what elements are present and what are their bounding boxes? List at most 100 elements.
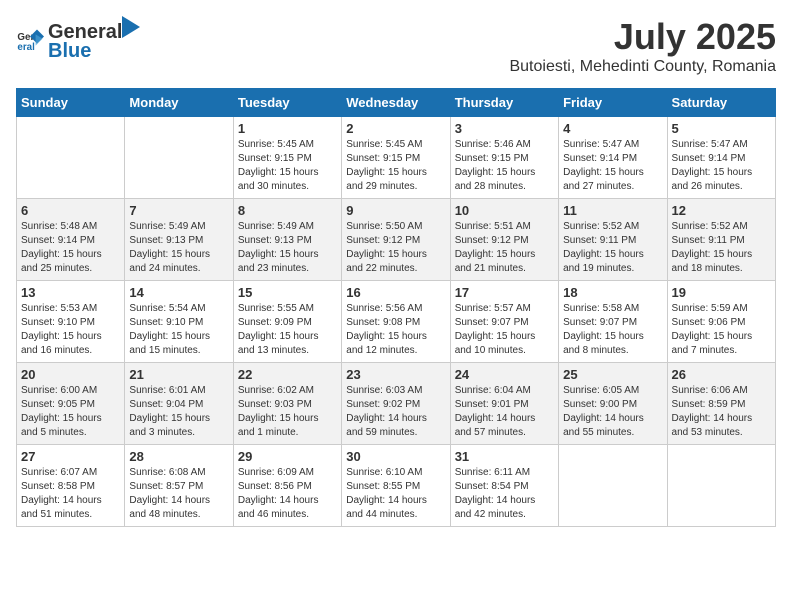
day-number: 17 <box>455 285 554 300</box>
day-number: 12 <box>672 203 771 218</box>
day-info: Sunrise: 6:11 AM Sunset: 8:54 PM Dayligh… <box>455 467 536 520</box>
day-number: 14 <box>129 285 228 300</box>
day-number: 16 <box>346 285 445 300</box>
day-number: 7 <box>129 203 228 218</box>
calendar-week-row: 6 Sunrise: 5:48 AM Sunset: 9:14 PM Daylig… <box>17 199 776 281</box>
calendar-week-row: 1 Sunrise: 5:45 AM Sunset: 9:15 PM Daylig… <box>17 117 776 199</box>
calendar-cell: 8 Sunrise: 5:49 AM Sunset: 9:13 PM Daylig… <box>233 199 341 281</box>
logo: Gen eral General Blue <box>16 16 140 63</box>
day-info: Sunrise: 6:09 AM Sunset: 8:56 PM Dayligh… <box>238 467 319 520</box>
day-info: Sunrise: 5:55 AM Sunset: 9:09 PM Dayligh… <box>238 303 319 356</box>
day-info: Sunrise: 5:48 AM Sunset: 9:14 PM Dayligh… <box>21 221 102 274</box>
calendar-table: SundayMondayTuesdayWednesdayThursdayFrid… <box>16 88 776 527</box>
day-number: 13 <box>21 285 120 300</box>
calendar-cell: 10 Sunrise: 5:51 AM Sunset: 9:12 PM Dayli… <box>450 199 558 281</box>
day-number: 20 <box>21 367 120 382</box>
calendar-cell: 2 Sunrise: 5:45 AM Sunset: 9:15 PM Daylig… <box>342 117 450 199</box>
calendar-week-row: 20 Sunrise: 6:00 AM Sunset: 9:05 PM Dayli… <box>17 363 776 445</box>
day-info: Sunrise: 5:56 AM Sunset: 9:08 PM Dayligh… <box>346 303 427 356</box>
calendar-cell: 14Sunrise: 5:54 AM Sunset: 9:10 PM Dayli… <box>125 281 233 363</box>
calendar-cell: 16 Sunrise: 5:56 AM Sunset: 9:08 PM Dayli… <box>342 281 450 363</box>
calendar-cell <box>17 117 125 199</box>
calendar-cell: 20 Sunrise: 6:00 AM Sunset: 9:05 PM Dayli… <box>17 363 125 445</box>
day-info: Sunrise: 5:45 AM Sunset: 9:15 PM Dayligh… <box>346 139 427 192</box>
day-number: 8 <box>238 203 337 218</box>
day-info: Sunrise: 6:00 AM Sunset: 9:05 PM Dayligh… <box>21 385 102 438</box>
logo-text-block: General Blue <box>48 16 140 63</box>
calendar-cell: 6 Sunrise: 5:48 AM Sunset: 9:14 PM Daylig… <box>17 199 125 281</box>
day-info: Sunrise: 5:47 AM Sunset: 9:14 PM Dayligh… <box>563 139 644 192</box>
day-info: Sunrise: 5:46 AM Sunset: 9:15 PM Dayligh… <box>455 139 536 192</box>
day-number: 22 <box>238 367 337 382</box>
day-number: 28 <box>129 449 228 464</box>
calendar-cell: 21Sunrise: 6:01 AM Sunset: 9:04 PM Dayli… <box>125 363 233 445</box>
day-number: 27 <box>21 449 120 464</box>
weekday-header-saturday: Saturday <box>667 89 775 117</box>
day-info: Sunrise: 5:50 AM Sunset: 9:12 PM Dayligh… <box>346 221 427 274</box>
calendar-cell: 26 Sunrise: 6:06 AM Sunset: 8:59 PM Dayli… <box>667 363 775 445</box>
day-number: 31 <box>455 449 554 464</box>
day-number: 18 <box>563 285 662 300</box>
day-number: 5 <box>672 121 771 136</box>
day-info: Sunrise: 6:05 AM Sunset: 9:00 PM Dayligh… <box>563 385 644 438</box>
day-number: 11 <box>563 203 662 218</box>
day-info: Sunrise: 5:49 AM Sunset: 9:13 PM Dayligh… <box>238 221 319 274</box>
day-info: Sunrise: 5:47 AM Sunset: 9:14 PM Dayligh… <box>672 139 753 192</box>
day-number: 10 <box>455 203 554 218</box>
day-number: 6 <box>21 203 120 218</box>
day-info: Sunrise: 5:49 AM Sunset: 9:13 PM Dayligh… <box>129 221 210 274</box>
day-info: Sunrise: 5:57 AM Sunset: 9:07 PM Dayligh… <box>455 303 536 356</box>
day-info: Sunrise: 5:52 AM Sunset: 9:11 PM Dayligh… <box>563 221 644 274</box>
day-number: 26 <box>672 367 771 382</box>
calendar-cell: 11 Sunrise: 5:52 AM Sunset: 9:11 PM Dayli… <box>559 199 667 281</box>
day-info: Sunrise: 5:51 AM Sunset: 9:12 PM Dayligh… <box>455 221 536 274</box>
day-info: Sunrise: 5:52 AM Sunset: 9:11 PM Dayligh… <box>672 221 753 274</box>
calendar-cell: 13 Sunrise: 5:53 AM Sunset: 9:10 PM Dayli… <box>17 281 125 363</box>
main-title: July 2025 <box>509 16 776 58</box>
calendar-cell: 17 Sunrise: 5:57 AM Sunset: 9:07 PM Dayli… <box>450 281 558 363</box>
calendar-cell: 28 Sunrise: 6:08 AM Sunset: 8:57 PM Dayli… <box>125 445 233 527</box>
calendar-cell: 12 Sunrise: 5:52 AM Sunset: 9:11 PM Dayli… <box>667 199 775 281</box>
calendar-cell <box>667 445 775 527</box>
day-number: 30 <box>346 449 445 464</box>
day-info: Sunrise: 6:02 AM Sunset: 9:03 PM Dayligh… <box>238 385 319 438</box>
day-info: Sunrise: 6:04 AM Sunset: 9:01 PM Dayligh… <box>455 385 536 438</box>
calendar-week-row: 27Sunrise: 6:07 AM Sunset: 8:58 PM Dayli… <box>17 445 776 527</box>
calendar-cell: 3 Sunrise: 5:46 AM Sunset: 9:15 PM Daylig… <box>450 117 558 199</box>
day-number: 3 <box>455 121 554 136</box>
calendar-cell: 7 Sunrise: 5:49 AM Sunset: 9:13 PM Daylig… <box>125 199 233 281</box>
calendar-cell: 18 Sunrise: 5:58 AM Sunset: 9:07 PM Dayli… <box>559 281 667 363</box>
day-info: Sunrise: 5:53 AM Sunset: 9:10 PM Dayligh… <box>21 303 102 356</box>
title-block: July 2025 Butoiesti, Mehedinti County, R… <box>509 16 776 76</box>
calendar-cell: 25 Sunrise: 6:05 AM Sunset: 9:00 PM Dayli… <box>559 363 667 445</box>
day-number: 9 <box>346 203 445 218</box>
weekday-header-tuesday: Tuesday <box>233 89 341 117</box>
day-number: 15 <box>238 285 337 300</box>
day-info: Sunrise: 5:45 AM Sunset: 9:15 PM Dayligh… <box>238 139 319 192</box>
calendar-cell: 29 Sunrise: 6:09 AM Sunset: 8:56 PM Dayli… <box>233 445 341 527</box>
day-info: Sunrise: 6:06 AM Sunset: 8:59 PM Dayligh… <box>672 385 753 438</box>
calendar-cell: 27Sunrise: 6:07 AM Sunset: 8:58 PM Dayli… <box>17 445 125 527</box>
calendar-cell <box>125 117 233 199</box>
day-info: Sunrise: 6:08 AM Sunset: 8:57 PM Dayligh… <box>129 467 210 520</box>
day-info: Sunrise: 5:58 AM Sunset: 9:07 PM Dayligh… <box>563 303 644 356</box>
page-header: Gen eral General Blue July 2025 Butoiest… <box>16 16 776 76</box>
calendar-cell: 24Sunrise: 6:04 AM Sunset: 9:01 PM Dayli… <box>450 363 558 445</box>
calendar-cell: 9 Sunrise: 5:50 AM Sunset: 9:12 PM Daylig… <box>342 199 450 281</box>
day-number: 1 <box>238 121 337 136</box>
calendar-cell: 4Sunrise: 5:47 AM Sunset: 9:14 PM Daylig… <box>559 117 667 199</box>
day-number: 25 <box>563 367 662 382</box>
calendar-cell: 1 Sunrise: 5:45 AM Sunset: 9:15 PM Daylig… <box>233 117 341 199</box>
calendar-cell: 23Sunrise: 6:03 AM Sunset: 9:02 PM Dayli… <box>342 363 450 445</box>
day-number: 23 <box>346 367 445 382</box>
day-number: 2 <box>346 121 445 136</box>
day-number: 19 <box>672 285 771 300</box>
calendar-body: 1 Sunrise: 5:45 AM Sunset: 9:15 PM Daylig… <box>17 117 776 527</box>
day-number: 29 <box>238 449 337 464</box>
day-info: Sunrise: 6:10 AM Sunset: 8:55 PM Dayligh… <box>346 467 427 520</box>
day-number: 21 <box>129 367 228 382</box>
weekday-header-friday: Friday <box>559 89 667 117</box>
subtitle: Butoiesti, Mehedinti County, Romania <box>509 58 776 76</box>
svg-text:eral: eral <box>17 41 35 52</box>
calendar-cell <box>559 445 667 527</box>
